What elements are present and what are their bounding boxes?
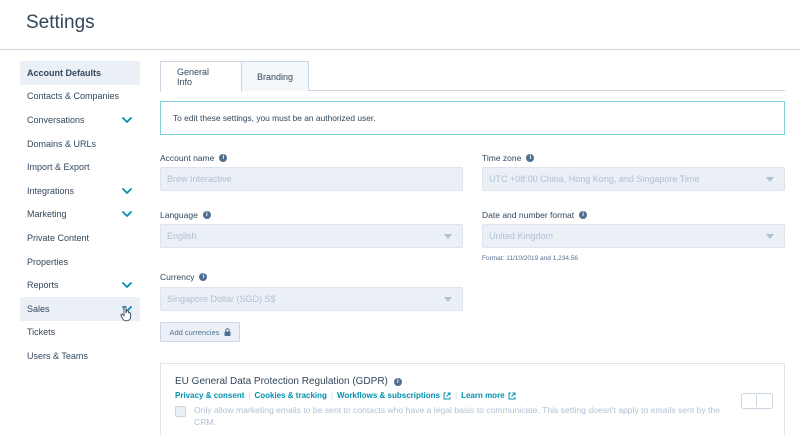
date-format-label: Date and number format i (482, 210, 588, 220)
field-label-text: Currency (160, 272, 195, 282)
legal-basis-description: Only allow marketing emails to be sent t… (194, 405, 720, 427)
info-icon[interactable]: i (393, 377, 402, 386)
toggle-knob (756, 395, 757, 407)
language-label: Language i (160, 210, 211, 220)
date-format-select[interactable]: United Kingdom (482, 224, 785, 248)
select-value: Singapore Dollar (SGD) S$ (167, 294, 276, 304)
sidebar-item-label: Conversations (27, 114, 85, 125)
link-text: Learn more (461, 391, 505, 400)
time-zone-label: Time zone i (482, 153, 535, 163)
hand-cursor-icon (120, 306, 132, 327)
input-value: Brew Interactive (167, 174, 232, 184)
sidebar-item-label: Integrations (27, 185, 75, 196)
add-currencies-button[interactable]: Add currencies (160, 322, 240, 342)
sidebar-item-marketing[interactable]: Marketing (20, 203, 140, 227)
sidebar-item-label: Import & Export (27, 162, 90, 173)
gdpr-panel: EU General Data Protection Regulation (G… (160, 363, 785, 435)
sidebar-item-label: Properties (27, 256, 69, 267)
gdpr-title-text: EU General Data Protection Regulation (G… (175, 376, 388, 387)
sidebar-item-label: Tickets (27, 327, 56, 338)
sidebar-item-domains-urls[interactable]: Domains & URLs (20, 132, 140, 156)
settings-main: General Info Branding To edit these sett… (160, 61, 785, 435)
sidebar-item-label: Reports (27, 280, 59, 291)
caret-down-icon (444, 234, 452, 239)
gdpr-toggle[interactable] (741, 393, 773, 409)
sidebar-item-label: Contacts & Companies (27, 91, 120, 102)
gdpr-title: EU General Data Protection Regulation (G… (175, 376, 402, 387)
gdpr-links: Privacy & consent | Cookies & tracking |… (175, 391, 516, 400)
time-zone-select[interactable]: UTC +08:00 China, Hong Kong, and Singapo… (482, 167, 785, 191)
info-icon[interactable]: i (579, 211, 588, 219)
link-separator: | (330, 391, 333, 400)
sidebar-item-label: Domains & URLs (27, 138, 97, 149)
sidebar-item-label: Private Content (27, 232, 90, 243)
info-icon[interactable]: i (526, 154, 535, 162)
field-label-text: Time zone (482, 153, 522, 163)
authorization-notice: To edit these settings, you must be an a… (160, 101, 785, 135)
sidebar-item-reports[interactable]: Reports (20, 273, 140, 297)
chevron-down-icon[interactable] (121, 114, 133, 126)
link-text: Workflows & subscriptions (337, 391, 440, 400)
page-title: Settings (26, 12, 95, 33)
select-value: English (167, 231, 197, 241)
external-link-icon (443, 392, 451, 400)
account-name-label: Account name i (160, 153, 228, 163)
info-icon[interactable]: i (199, 273, 208, 281)
sidebar-item-label: Account Defaults (27, 67, 102, 78)
chevron-down-icon[interactable] (121, 208, 133, 220)
external-link-icon (508, 392, 516, 400)
workflows-subscriptions-link[interactable]: Workflows & subscriptions (337, 391, 451, 400)
sidebar-item-integrations[interactable]: Integrations (20, 179, 140, 203)
link-text: Cookies & tracking (254, 391, 327, 400)
privacy-consent-link[interactable]: Privacy & consent (175, 391, 244, 400)
cookies-tracking-link[interactable]: Cookies & tracking (254, 391, 326, 400)
learn-more-link[interactable]: Learn more (461, 391, 516, 400)
account-name-input[interactable]: Brew Interactive (160, 167, 463, 191)
button-label: Add currencies (169, 327, 220, 337)
field-label-text: Date and number format (482, 210, 575, 220)
select-value: United Kingdom (489, 231, 554, 241)
tab-branding[interactable]: Branding (241, 61, 309, 91)
sidebar-item-users-teams[interactable]: Users & Teams (20, 344, 140, 368)
chevron-down-icon[interactable] (121, 185, 133, 197)
sidebar-item-label: Sales (27, 303, 50, 314)
page-header: Settings (0, 0, 800, 50)
sidebar-item-properties[interactable]: Properties (20, 250, 140, 274)
link-separator: | (248, 391, 251, 400)
currency-select[interactable]: Singapore Dollar (SGD) S$ (160, 287, 463, 311)
field-label-text: Language (160, 210, 198, 220)
info-icon[interactable]: i (202, 211, 211, 219)
legal-basis-checkbox[interactable] (175, 406, 186, 417)
chevron-down-icon[interactable] (121, 279, 133, 291)
sidebar-item-label: Marketing (27, 209, 67, 220)
select-value: UTC +08:00 China, Hong Kong, and Singapo… (489, 174, 700, 184)
info-icon[interactable]: i (219, 154, 228, 162)
date-format-hint: Format: 11/10/2019 and 1,234.56 (482, 255, 579, 262)
caret-down-icon (766, 177, 774, 182)
sidebar-item-private-content[interactable]: Private Content (20, 226, 140, 250)
tab-general-info[interactable]: General Info (160, 61, 242, 92)
caret-down-icon (444, 297, 452, 302)
field-label-text: Account name (160, 153, 215, 163)
caret-down-icon (766, 234, 774, 239)
sidebar-item-contacts-companies[interactable]: Contacts & Companies (20, 85, 140, 109)
language-select[interactable]: English (160, 224, 463, 248)
tab-bar: General Info Branding (160, 61, 785, 92)
sidebar-item-import-export[interactable]: Import & Export (20, 155, 140, 179)
currency-label: Currency i (160, 272, 208, 282)
sidebar-item-conversations[interactable]: Conversations (20, 108, 140, 132)
notice-text: To edit these settings, you must be an a… (173, 113, 376, 123)
sidebar-item-label: Users & Teams (27, 350, 88, 361)
lock-icon (224, 328, 231, 336)
sidebar-item-account-defaults[interactable]: Account Defaults (20, 61, 140, 85)
link-separator: | (454, 391, 458, 400)
link-text: Privacy & consent (175, 391, 245, 400)
